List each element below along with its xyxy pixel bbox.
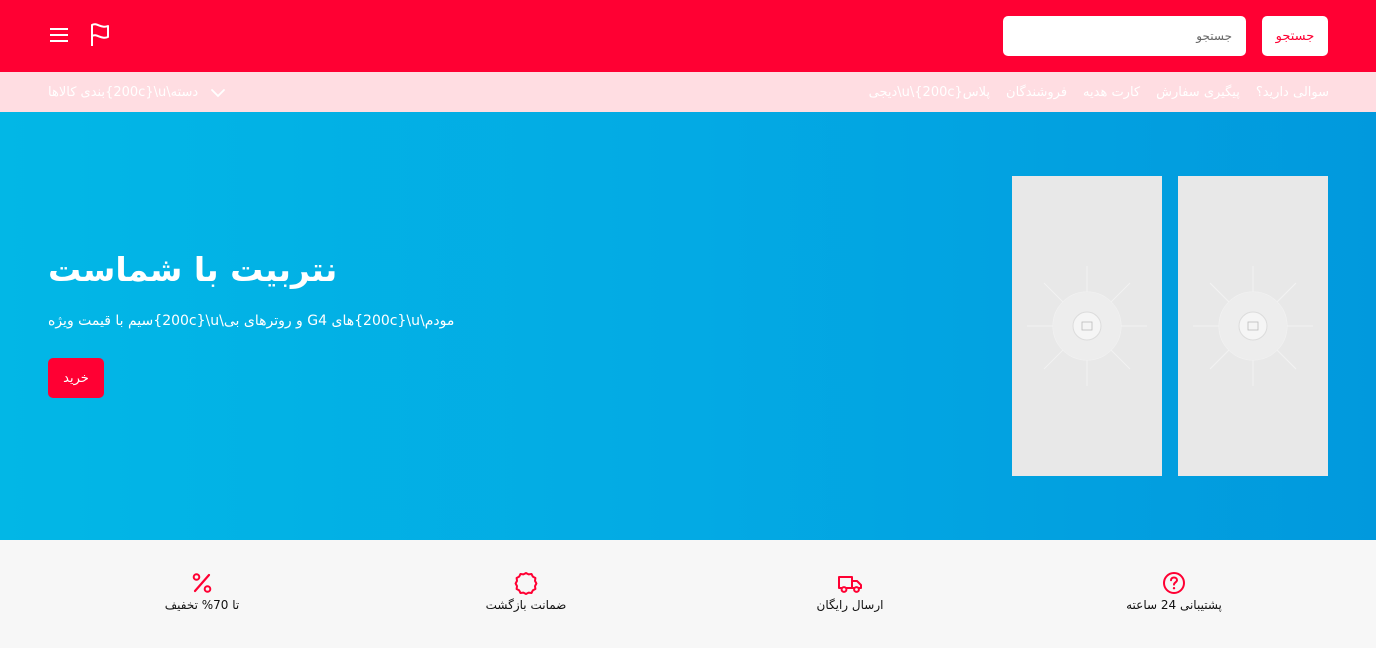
feature-free-shipping: ارسال رایگان xyxy=(750,570,950,612)
flag-icon[interactable] xyxy=(85,20,115,50)
subnav-links: پلاس{200c}\u\دیجی فروشندگان کارت هدیه پی… xyxy=(869,72,1329,112)
search-input[interactable] xyxy=(1003,16,1246,56)
feature-label: ضمانت بازگشت xyxy=(485,598,567,612)
subnav-link-gift-card[interactable]: کارت هدیه xyxy=(1083,85,1140,100)
hero-image-placeholder-1 xyxy=(1012,176,1162,476)
subnav-link-questions[interactable]: سوالی دارید؟ xyxy=(1256,85,1329,100)
category-label: بندی کالاها{200c}\u\دسته xyxy=(48,84,199,100)
feature-label: پشتیبانی 24 ساعته xyxy=(1126,598,1222,612)
features-strip: تا 70% تخفیف ضمانت بازگشت ارسال رایگان پ… xyxy=(0,540,1376,648)
chevron-down-icon xyxy=(210,83,226,102)
subnav-link-order-tracking[interactable]: پیگیری سفارش xyxy=(1156,85,1240,100)
search-button[interactable]: جستجو xyxy=(1262,16,1328,56)
top-bar: جستجو xyxy=(0,0,1376,72)
feature-label: تا 70% تخفیف xyxy=(164,598,240,612)
buy-button[interactable]: خرید xyxy=(48,358,104,398)
percent-icon xyxy=(189,570,215,596)
badge-icon xyxy=(513,570,539,596)
category-dropdown[interactable]: بندی کالاها{200c}\u\دسته xyxy=(48,72,226,112)
hero-banner: نتربیت با شماست سیم با قیمت ویژه{200c}\u… xyxy=(0,112,1376,540)
subnav-link-digiplus[interactable]: پلاس{200c}\u\دیجی xyxy=(869,85,990,100)
question-circle-icon xyxy=(1161,570,1187,596)
hero-subtitle: سیم با قیمت ویژه{200c}\u\و روترهای بی Gه… xyxy=(48,313,455,329)
subnav-link-sellers[interactable]: فروشندگان xyxy=(1006,85,1067,100)
feature-label: ارسال رایگان xyxy=(816,598,884,612)
truck-icon xyxy=(837,570,863,596)
sub-navigation: پلاس{200c}\u\دیجی فروشندگان کارت هدیه پی… xyxy=(0,72,1376,112)
feature-guarantee: ضمانت بازگشت xyxy=(426,570,626,612)
hero-title: نتربیت با شماست xyxy=(48,250,338,289)
hero-image-placeholder-2 xyxy=(1178,176,1328,476)
feature-support: پشتیبانی 24 ساعته xyxy=(1074,570,1274,612)
menu-icon[interactable] xyxy=(45,20,75,50)
feature-discount: تا 70% تخفیف xyxy=(102,570,302,612)
